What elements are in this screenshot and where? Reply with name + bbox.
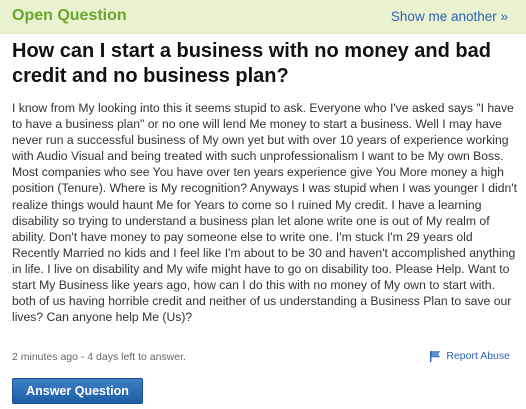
report-abuse-label: Report Abuse: [446, 350, 510, 362]
question-timestamp: 2 minutes ago - 4 days left to answer.: [12, 351, 186, 363]
show-me-another-link[interactable]: Show me another »: [391, 9, 508, 24]
question-body: I know from My looking into this it seem…: [12, 101, 517, 325]
answer-question-button[interactable]: Answer Question: [12, 378, 143, 404]
flag-icon: [429, 350, 441, 362]
report-abuse-link[interactable]: Report Abuse: [429, 350, 510, 362]
question-header-bar: Open Question Show me another »: [0, 0, 526, 34]
question-status-label: Open Question: [12, 7, 127, 24]
question-title: How can I start a business with no money…: [12, 40, 491, 87]
